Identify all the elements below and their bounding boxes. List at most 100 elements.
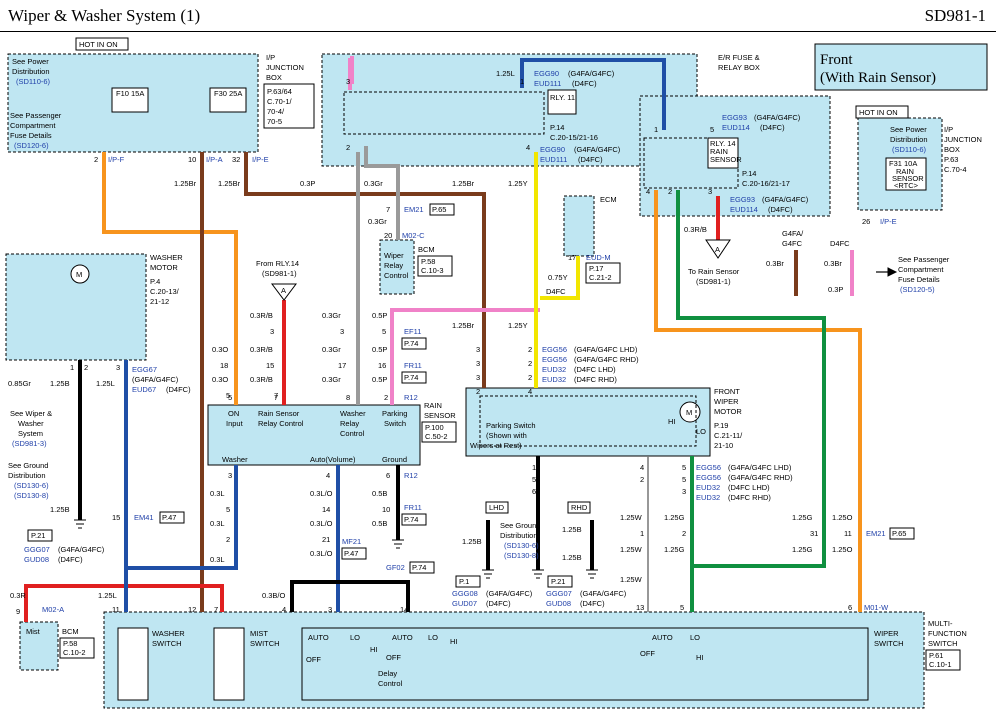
front-title-1: Front xyxy=(820,52,853,68)
bt-bcm: BCM xyxy=(62,627,79,636)
rs-bp-3: 3 xyxy=(228,471,232,480)
rs-tp-r12: R12 xyxy=(404,393,418,402)
rsw-n7: 7 xyxy=(274,391,278,400)
ipjb-pin-ipf: I/P-F xyxy=(108,155,125,164)
ecm-ref-1: P.17 xyxy=(589,264,603,273)
see-pass-2: Compartment xyxy=(10,121,56,130)
ecm-name: ECM xyxy=(600,195,617,204)
eud114-a-t: (D4FC) xyxy=(760,123,785,132)
eud32b-a1: EUD32 xyxy=(696,483,720,492)
er-pin-r4: 4 xyxy=(646,187,650,196)
rw-125g-a: 1.25G xyxy=(664,513,685,522)
diagram-page: Wiper & Washer System (1) SD981-1 Front … xyxy=(0,0,996,716)
eud114-a: EUD114 xyxy=(722,123,750,132)
wire-label-125l: 1.25L xyxy=(496,69,515,78)
lw-125l: 1.25L xyxy=(96,379,115,388)
to-rs-pin: A xyxy=(715,245,720,254)
er-pin-3: 3 xyxy=(346,77,350,86)
fwm-motor-letter: M xyxy=(686,408,692,417)
f31-label-4: <RTC> xyxy=(894,181,919,190)
eud111-b-t: (D4FC) xyxy=(578,155,603,164)
page-title: Wiper & Washer System (1) xyxy=(8,6,201,25)
egg56-a2: (G4FA/G4FC LHD) xyxy=(574,345,638,354)
w03br-b: 0.3Br xyxy=(824,259,842,268)
bt-wsw-1: WIPER xyxy=(874,629,899,638)
rsb-n14: 14 xyxy=(322,505,330,514)
bt-03r: 0.3R xyxy=(10,591,26,600)
bt-ms-1: MIST xyxy=(250,629,268,638)
rs-lbl-switch: Switch xyxy=(384,419,406,428)
gm-ggg07: GGG07 xyxy=(546,589,572,598)
rs-lbl-relay: Relay xyxy=(340,419,359,428)
gm-sg-1: See Ground xyxy=(500,521,540,530)
eud32b-a2: (D4FC LHD) xyxy=(728,483,770,492)
see-power-3: (SD110-6) xyxy=(16,77,51,86)
em41-pin: 15 xyxy=(112,513,120,522)
fwm-tp-4: 4 xyxy=(528,387,532,396)
fwm-lo: LO xyxy=(696,427,706,436)
bt-bcm-ref1: P.58 xyxy=(63,639,77,648)
bt-hi2: HI xyxy=(450,637,458,646)
wm-ref-1: P.4 xyxy=(150,277,160,286)
bcm-pin20: 20 xyxy=(384,231,392,240)
ipjb-ref-4: 70-5 xyxy=(267,117,282,126)
egg67-t: (G4FA/G4FC) xyxy=(132,375,179,384)
hot-label-right: HOT IN ON xyxy=(859,108,898,117)
rsw-rb1: 0.3R/B xyxy=(250,311,273,320)
eud32-a1: EUD32 xyxy=(542,365,566,374)
fwm-name-3: MOTOR xyxy=(714,407,742,416)
egg93-b-t: (G4FA/G4FC) xyxy=(762,195,809,204)
see-wiper-4: (SD981-3) xyxy=(12,439,47,448)
sg-left-3: (SD130-6) xyxy=(14,481,49,490)
ipbr-power-1: See Power xyxy=(890,125,927,134)
sg-left-1: See Ground xyxy=(8,461,48,470)
wm-name-1: WASHER xyxy=(150,253,183,262)
eud111-a: EUD111 xyxy=(534,79,561,88)
rw-125g-d: 1.25G xyxy=(792,545,813,554)
er-pin-4: 4 xyxy=(526,143,530,152)
ipbr-ref-1: P.63 xyxy=(944,155,958,164)
bt-mfs-ref1: P.61 xyxy=(929,651,943,660)
bt-wsw-2: SWITCH xyxy=(874,639,904,648)
rly11-ref-1: P.14 xyxy=(550,123,564,132)
rs-lbl-rc: Relay Control xyxy=(258,419,304,428)
ipjb-pin-32: 32 xyxy=(232,155,240,164)
bt-mfs-3: SWITCH xyxy=(928,639,958,648)
bt-mfs-ref2: C.10-1 xyxy=(929,660,952,669)
rw-em21: EM21 xyxy=(866,529,886,538)
bcm-em21: EM21 xyxy=(404,205,424,214)
gl-ggg07-t: (G4FA/G4FC) xyxy=(58,545,105,554)
rsb-gf02-ref: P.74 xyxy=(412,563,426,572)
egg56b-b2: (G4FA/G4FC RHD) xyxy=(728,473,793,482)
bt-off2: OFF xyxy=(386,653,401,662)
fwm-tp-2b: 2 xyxy=(528,359,532,368)
rsb-03lo-a: 0.3L/O xyxy=(310,489,333,498)
bt-off3: OFF xyxy=(640,649,655,658)
header: Wiper & Washer System (1) SD981-1 xyxy=(0,0,996,32)
fwm-bp-5b: 5 xyxy=(682,463,686,472)
rs-lbl-on: ON xyxy=(228,409,239,418)
er-pin-5: 2 xyxy=(346,143,350,152)
rs-bp-4: 4 xyxy=(326,471,330,480)
rsb-03l-c: 0.3L xyxy=(210,555,225,564)
bt-pin14: 14 xyxy=(400,605,408,614)
egg90-a: EGG90 xyxy=(534,69,559,78)
rs-tp-5: 5 xyxy=(228,393,232,402)
rsw-n16: 16 xyxy=(378,361,386,370)
rw-n2: 2 xyxy=(682,529,686,538)
egg90-b: EGG90 xyxy=(540,145,565,154)
rsw-ref74b: P.74 xyxy=(404,373,418,382)
fwm-tp-2a: 2 xyxy=(528,345,532,354)
from-rly14-pin: A xyxy=(281,286,286,295)
rsw-fr11: FR11 xyxy=(404,361,422,370)
eud111-a-t: (D4FC) xyxy=(572,79,597,88)
bcm-m02c: M02-C xyxy=(402,231,425,240)
ipbr-ref-2: C.70-4 xyxy=(944,165,967,174)
bt-pin7: 7 xyxy=(214,605,218,614)
fwm-tp-3a: 3 xyxy=(476,345,480,354)
ipjb-ref-2: C.70-1/ xyxy=(267,97,293,106)
bt-hi1: HI xyxy=(370,645,378,654)
fwm-bp-3: 3 xyxy=(682,487,686,496)
bt-delay-1: Delay xyxy=(378,669,397,678)
rsb-fr11: FR11 xyxy=(404,503,422,512)
